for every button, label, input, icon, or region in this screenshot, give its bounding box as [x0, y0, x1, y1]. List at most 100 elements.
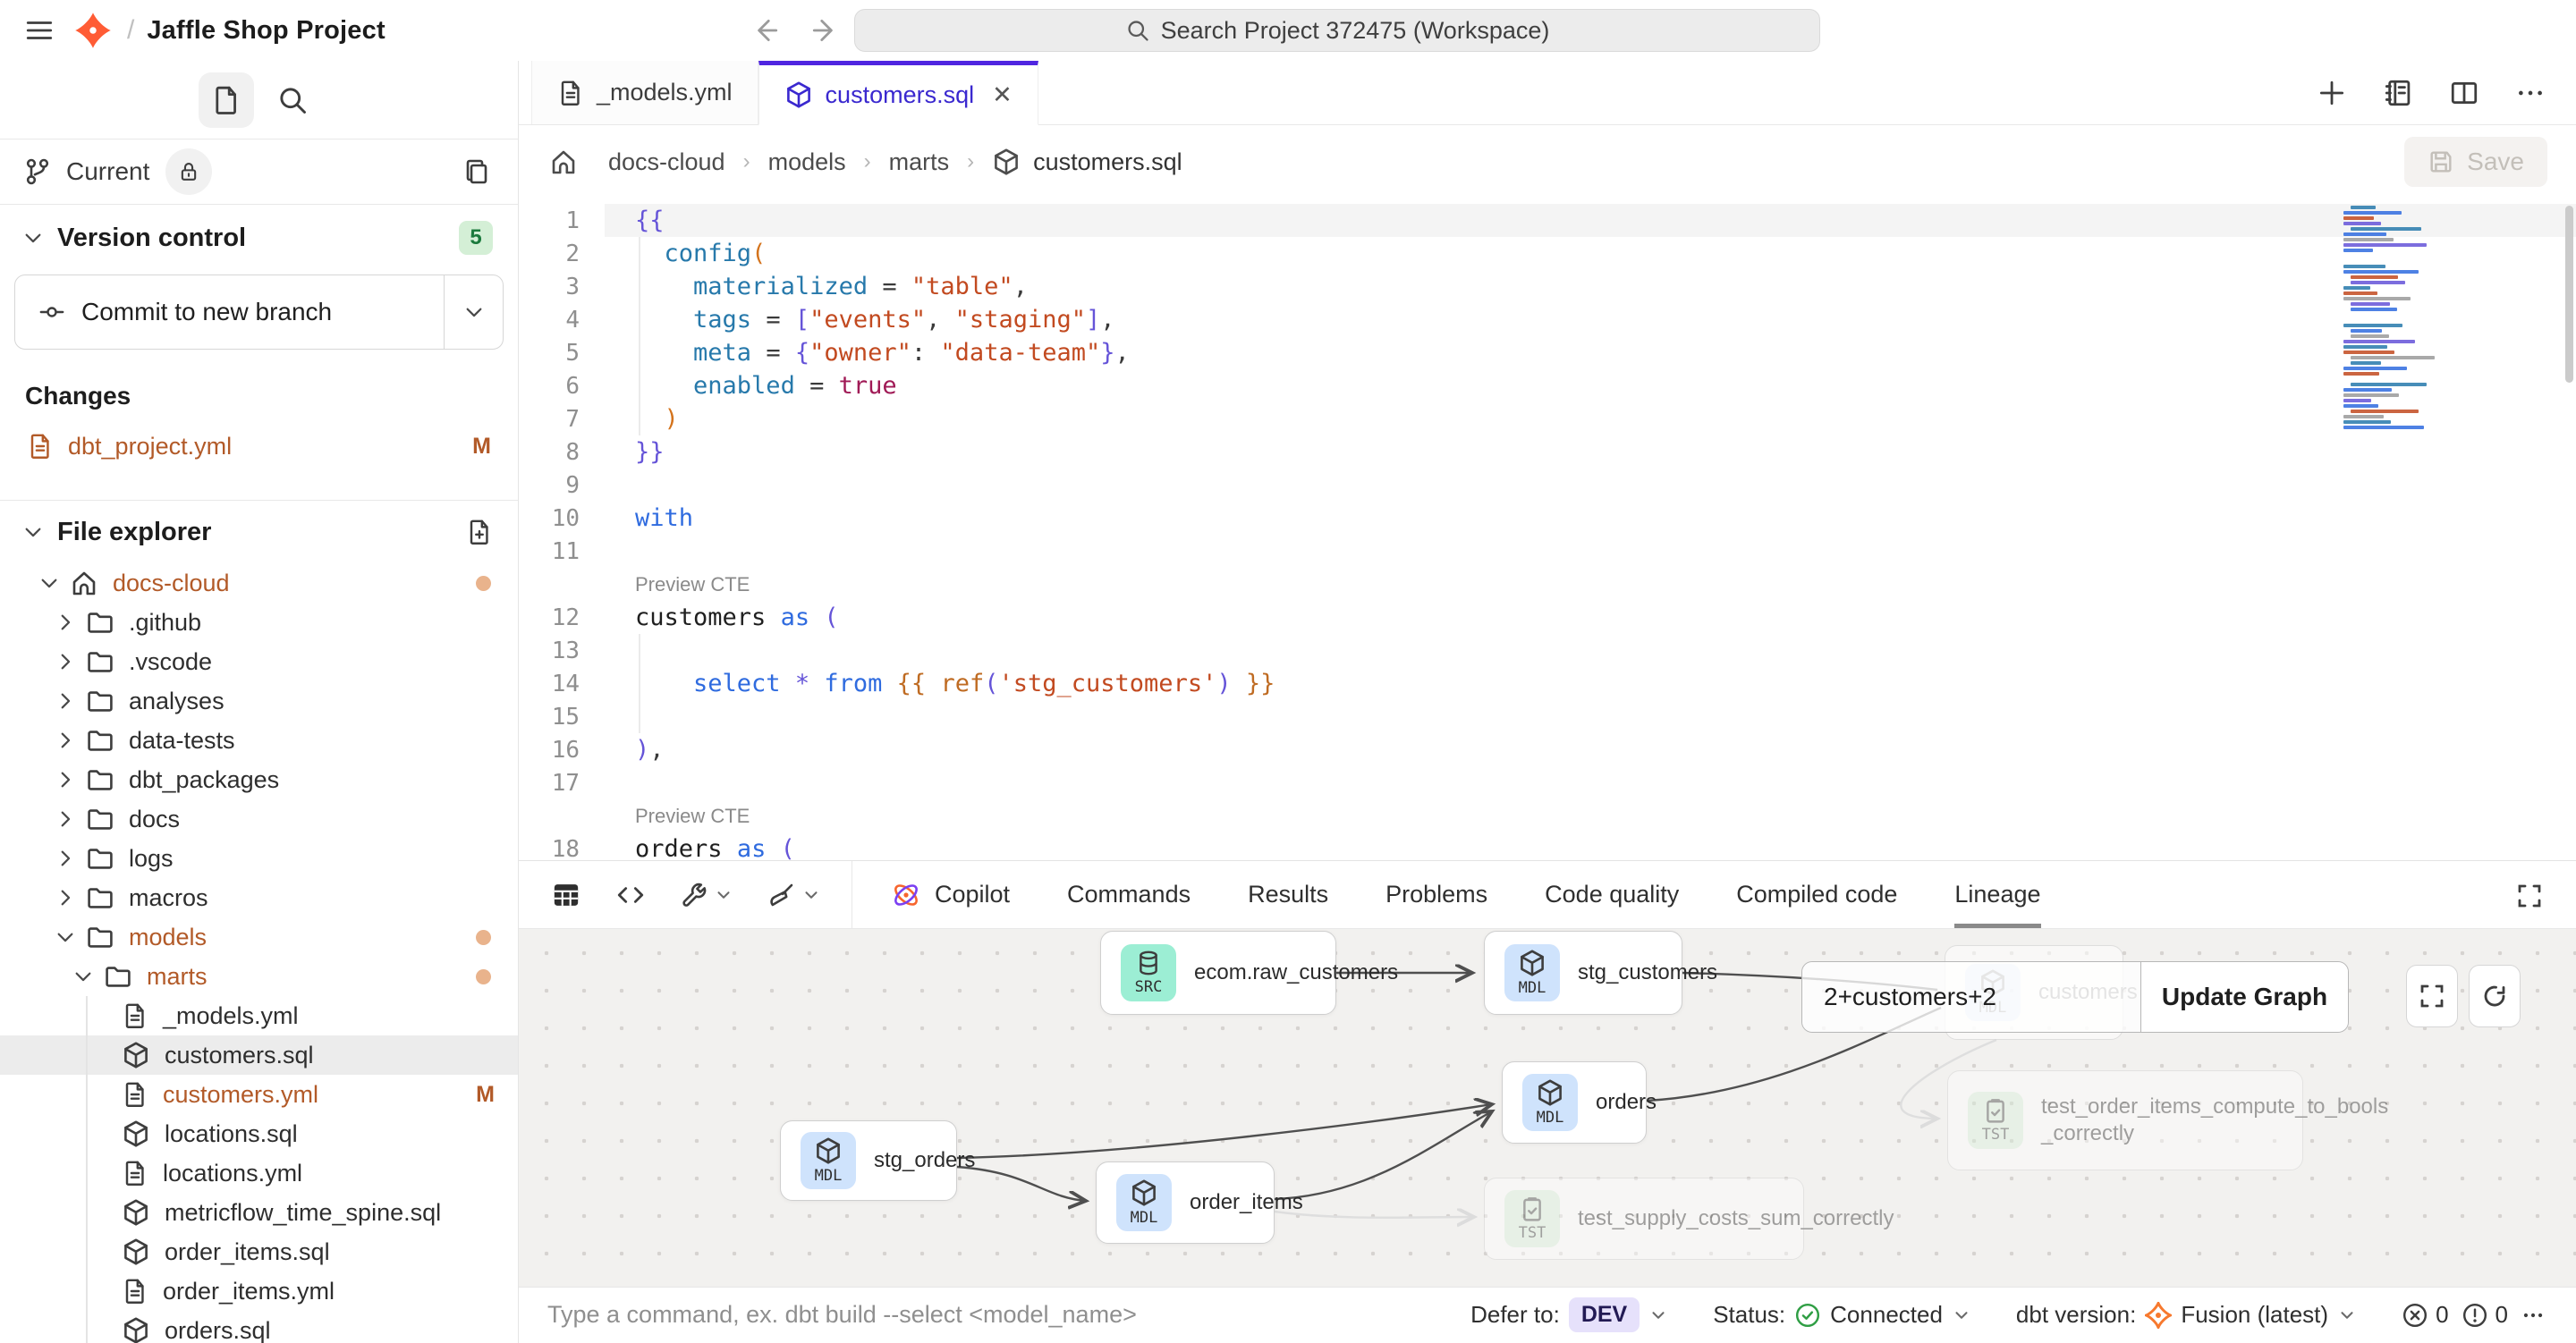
chevron-down-icon[interactable]: [36, 571, 63, 595]
breadcrumb-item[interactable]: docs-cloud: [608, 148, 725, 176]
minimap[interactable]: [2340, 206, 2476, 438]
file-tree-item-docs[interactable]: docs: [0, 799, 518, 839]
editor-tab-customers-sql[interactable]: customers.sql✕: [758, 61, 1038, 125]
chevron-right-icon[interactable]: [52, 768, 79, 791]
notebook-icon[interactable]: [2383, 78, 2413, 108]
chevron-down-icon[interactable]: [70, 965, 97, 988]
connection-status-dropdown[interactable]: Status: Connected: [1713, 1301, 1971, 1329]
chevron-right-icon[interactable]: [52, 847, 79, 870]
preview-cte-lens[interactable]: Preview CTE: [605, 573, 750, 596]
chevron-down-icon[interactable]: [52, 925, 79, 949]
more-options-icon[interactable]: [2515, 78, 2546, 108]
code-icon[interactable]: [615, 880, 646, 910]
lineage-node-ecom-raw-customers[interactable]: SRC ecom.raw_customers: [1100, 931, 1336, 1015]
search-view-button[interactable]: [265, 72, 320, 128]
close-tab-icon[interactable]: ✕: [992, 81, 1013, 109]
file-tree-item-macros[interactable]: macros: [0, 878, 518, 917]
lineage-node-test-order-items[interactable]: TST test_order_items_compute_to_bools _c…: [1947, 1070, 2303, 1170]
chevron-right-icon[interactable]: [52, 886, 79, 909]
branch-selector[interactable]: Current: [0, 139, 518, 205]
file-icon: [557, 80, 584, 106]
format-icon[interactable]: [767, 881, 821, 909]
new-tab-icon[interactable]: [2317, 78, 2347, 108]
preview-cte-lens[interactable]: Preview CTE: [605, 805, 750, 828]
panel-tab-lineage[interactable]: Lineage: [1954, 861, 2040, 928]
file-explorer-header[interactable]: File explorer: [0, 501, 518, 563]
chevron-right-icon[interactable]: [52, 611, 79, 634]
file-tree-item-dbt-packages[interactable]: dbt_packages: [0, 760, 518, 799]
commit-to-new-branch-button[interactable]: Commit to new branch: [15, 275, 444, 349]
file-tree-item--vscode[interactable]: .vscode: [0, 642, 518, 681]
panel-tab-compiled-code[interactable]: Compiled code: [1736, 861, 1897, 928]
chevron-right-icon[interactable]: [52, 807, 79, 831]
code-line-6: 6 enabled = true: [519, 369, 2576, 402]
copy-branch-icon[interactable]: [462, 157, 491, 186]
file-tree-item-data-tests[interactable]: data-tests: [0, 721, 518, 760]
chevron-right-icon[interactable]: [52, 689, 79, 713]
chevron-right-icon[interactable]: [52, 729, 79, 752]
editor-tab--models-yml[interactable]: _models.yml: [531, 61, 758, 124]
warning-count[interactable]: 0: [2462, 1301, 2508, 1329]
file-tree-item-customers-sql[interactable]: customers.sql: [0, 1035, 518, 1075]
file-tree-item--github[interactable]: .github: [0, 603, 518, 642]
lineage-canvas[interactable]: SRC ecom.raw_customers MDL stg_customers…: [519, 929, 2576, 1287]
defer-to-dropdown[interactable]: Defer to: DEV: [1470, 1297, 1668, 1332]
build-tools-icon[interactable]: [680, 881, 733, 909]
lineage-node-order-items[interactable]: MDL order_items: [1096, 1161, 1275, 1244]
breadcrumb-item[interactable]: customers.sql: [1033, 148, 1182, 176]
panel-tab-copilot[interactable]: Copilot: [890, 861, 1010, 928]
chevron-right-icon[interactable]: [52, 650, 79, 673]
file-tree-item-models[interactable]: models: [0, 917, 518, 957]
new-file-icon[interactable]: [466, 519, 493, 545]
split-editor-icon[interactable]: [2449, 78, 2479, 108]
project-search-input[interactable]: Search Project 372475 (Workspace): [854, 9, 1820, 52]
lineage-node-orders[interactable]: MDL orders: [1502, 1061, 1647, 1144]
panel-tab-results[interactable]: Results: [1248, 861, 1328, 928]
panel-tab-commands[interactable]: Commands: [1067, 861, 1191, 928]
commit-options-dropdown[interactable]: [444, 275, 503, 349]
lineage-fullscreen-button[interactable]: [2406, 965, 2458, 1027]
hamburger-menu-icon[interactable]: [21, 13, 57, 48]
file-tree-item-marts[interactable]: marts: [0, 957, 518, 996]
file-tree-item-orders-sql[interactable]: orders.sql: [0, 1311, 518, 1343]
lineage-selector-input[interactable]: 2+customers+2: [1802, 962, 2140, 1032]
file-tree-item-analyses[interactable]: analyses: [0, 681, 518, 721]
breadcrumb-item[interactable]: marts: [889, 148, 950, 176]
forward-icon[interactable]: [810, 15, 841, 46]
file-tree-item-locations-yml[interactable]: locations.yml: [0, 1153, 518, 1193]
expand-panel-icon[interactable]: [2515, 861, 2544, 930]
file-tree-item-customers-yml[interactable]: customers.ymlM: [0, 1075, 518, 1114]
version-control-header[interactable]: Version control 5: [0, 205, 518, 271]
lineage-node-test-supply-costs[interactable]: TST test_supply_costs_sum_correctly: [1484, 1178, 1804, 1260]
back-icon[interactable]: [750, 15, 780, 46]
file-tree-item-docs-cloud[interactable]: docs-cloud: [0, 563, 518, 603]
editor-scrollbar[interactable]: [2565, 206, 2573, 383]
file-tree-item-metricflow-time-spine-sql[interactable]: metricflow_time_spine.sql: [0, 1193, 518, 1232]
error-count[interactable]: 0: [2402, 1301, 2448, 1329]
lineage-refresh-button[interactable]: [2469, 965, 2521, 1027]
results-table-icon[interactable]: [551, 880, 581, 910]
file-icon: [27, 433, 54, 460]
files-view-button[interactable]: [199, 72, 254, 128]
file-tree-item-logs[interactable]: logs: [0, 839, 518, 878]
save-button[interactable]: Save: [2404, 137, 2547, 187]
code-line-8: 8}}: [519, 435, 2576, 469]
file-tree-item-locations-sql[interactable]: locations.sql: [0, 1114, 518, 1153]
lineage-node-stg-orders[interactable]: MDL stg_orders: [780, 1120, 957, 1201]
command-input[interactable]: Type a command, ex. dbt build --select <…: [519, 1301, 1470, 1329]
file-icon: [122, 1002, 148, 1029]
breadcrumb-item[interactable]: models: [768, 148, 846, 176]
dbt-version-dropdown[interactable]: dbt version: Fusion (latest): [2016, 1301, 2357, 1329]
update-graph-button[interactable]: Update Graph: [2140, 962, 2348, 1032]
file-tree-item-order-items-sql[interactable]: order_items.sql: [0, 1232, 518, 1271]
changed-file-row[interactable]: dbt_project.yml M: [0, 423, 518, 469]
panel-tab-problems[interactable]: Problems: [1385, 861, 1487, 928]
lineage-node-stg-customers[interactable]: MDL stg_customers: [1484, 931, 1682, 1015]
file-tree-item-order-items-yml[interactable]: order_items.yml: [0, 1271, 518, 1311]
status-more-icon[interactable]: [2521, 1303, 2546, 1328]
panel-tab-code-quality[interactable]: Code quality: [1545, 861, 1679, 928]
file-tree-item--models-yml[interactable]: _models.yml: [0, 996, 518, 1035]
code-line-5: 5 meta = {"owner": "data-team"},: [519, 336, 2576, 369]
code-editor[interactable]: 1{{2 config(3 materialized = "table",4 t…: [519, 198, 2576, 860]
project-name[interactable]: Jaffle Shop Project: [147, 16, 385, 46]
